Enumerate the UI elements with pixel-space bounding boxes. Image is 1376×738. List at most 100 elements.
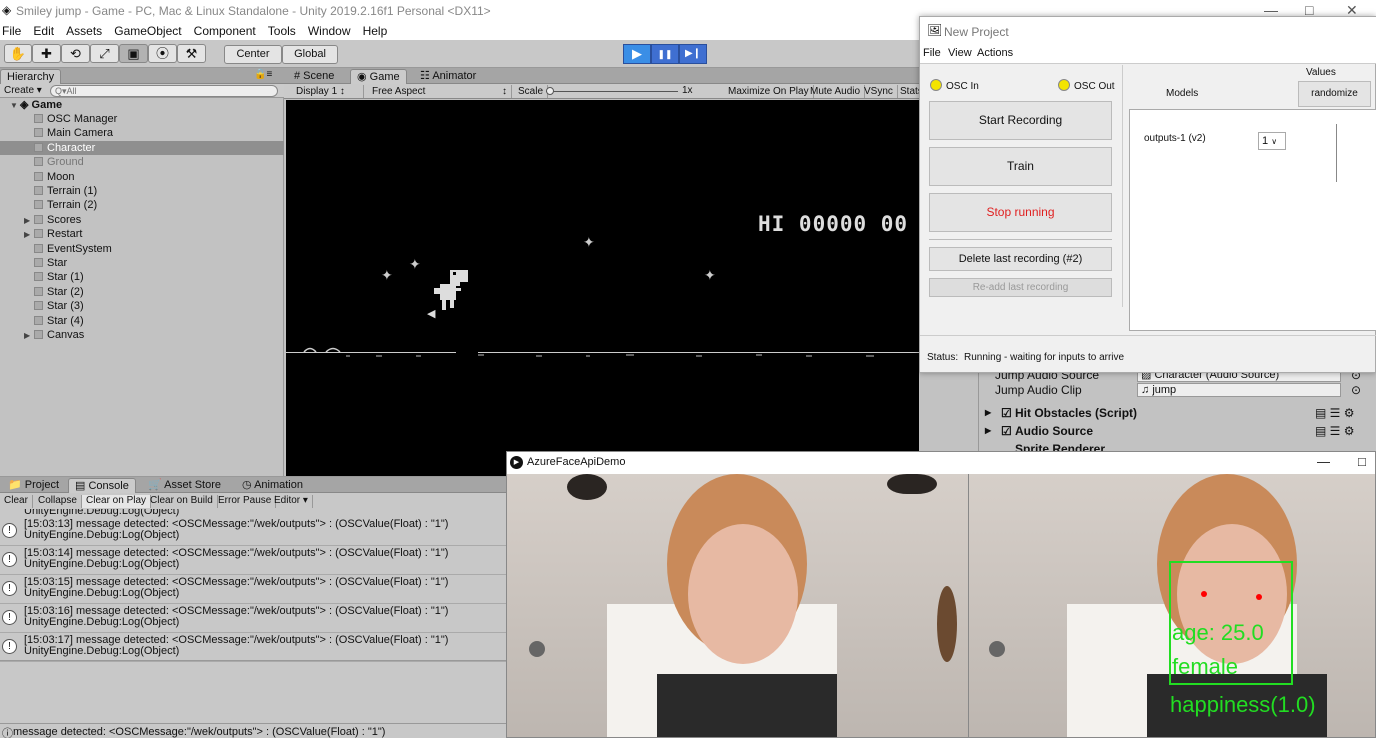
wek-menu-file[interactable]: File <box>923 47 941 59</box>
expand-arrow-icon[interactable]: ▶ <box>24 214 34 228</box>
wek-menu-actions[interactable]: Actions <box>977 47 1013 59</box>
pivot-global-button[interactable]: Global <box>282 45 338 64</box>
mute-audio-toggle[interactable]: Mute Audio <box>806 85 866 98</box>
readd-last-recording-button[interactable]: Re-add last recording <box>929 278 1112 297</box>
checkbox-icon[interactable]: ☑ <box>1001 404 1012 422</box>
menu-assets[interactable]: Assets <box>66 24 102 38</box>
hierarchy-item[interactable]: Main Camera <box>0 126 284 140</box>
model-value-dropdown[interactable]: 1 ∨ <box>1258 132 1286 150</box>
vsync-toggle[interactable]: VSync <box>860 85 898 98</box>
hand-tool-icon[interactable]: ✋ <box>4 44 32 63</box>
play-button[interactable]: ▶ <box>623 44 651 64</box>
randomize-button[interactable]: randomize <box>1298 81 1371 107</box>
hierarchy-item[interactable]: Star (2) <box>0 285 284 299</box>
custom-tool-icon[interactable]: ⚒ <box>177 44 206 63</box>
component-menu-icon[interactable]: ▤ ☰ ⚙ <box>1315 422 1355 440</box>
create-dropdown[interactable]: Create ▾ <box>4 85 42 96</box>
console-log-entry[interactable]: ! [15:03:17] message detected: <OSCMessag… <box>0 633 508 662</box>
rotate-tool-icon[interactable]: ⟲ <box>61 44 90 63</box>
tab-scene[interactable]: # Scene <box>288 69 340 84</box>
jump-audio-clip-field[interactable]: ♫ jump <box>1137 383 1341 397</box>
hierarchy-search-input[interactable] <box>50 85 278 97</box>
component-menu-icon[interactable]: ▤ ☰ ⚙ <box>1315 404 1355 422</box>
scale-slider-handle[interactable] <box>546 87 554 95</box>
hierarchy-item[interactable]: EventSystem <box>0 242 284 256</box>
hierarchy-item[interactable]: ▶ Restart <box>0 227 284 241</box>
clear-on-build-toggle[interactable]: Clear on Build <box>146 495 218 508</box>
rect-tool-icon[interactable]: ▣ <box>119 44 148 63</box>
hit-obstacles-component[interactable]: ▶ ☑ Hit Obstacles (Script) ▤ ☰ ⚙ <box>979 404 1376 422</box>
hierarchy-item[interactable]: Ground <box>0 155 284 169</box>
tab-asset-store[interactable]: 🛒 Asset Store <box>142 478 227 493</box>
menu-window[interactable]: Window <box>308 24 351 38</box>
scene-root[interactable]: ▼ ◈ Game <box>0 98 284 112</box>
wek-menu-view[interactable]: View <box>948 47 972 59</box>
move-tool-icon[interactable]: ✚ <box>32 44 61 63</box>
menu-file[interactable]: File <box>2 24 21 38</box>
object-picker-icon[interactable]: ⊙ <box>1351 381 1361 399</box>
aspect-dropdown[interactable]: Free Aspect ↕ <box>368 85 512 98</box>
scale-tool-icon[interactable]: ⤢ <box>90 44 119 63</box>
scale-slider[interactable] <box>546 87 678 95</box>
model-value: 1 <box>1262 135 1269 147</box>
tab-animation[interactable]: ◷ Animation <box>236 478 309 493</box>
hierarchy-item[interactable]: Character <box>0 140 284 155</box>
game-canvas[interactable]: HI 00000 00 ✦ ✦ ✦ ✦ ◀ <box>286 100 919 476</box>
face-maximize-button[interactable]: □ <box>1358 454 1366 469</box>
tab-hierarchy[interactable]: Hierarchy <box>0 69 62 84</box>
hierarchy-item[interactable]: Star (4) <box>0 314 284 328</box>
expand-arrow-icon[interactable]: ▶ <box>985 404 991 422</box>
expand-arrow-icon[interactable]: ▶ <box>985 422 991 440</box>
display-label: Display 1 <box>296 86 338 97</box>
collapse-button[interactable]: Collapse <box>34 495 82 508</box>
clear-on-play-toggle[interactable]: Clear on Play <box>82 495 152 508</box>
tab-console[interactable]: ▤ Console <box>68 478 136 493</box>
clear-button[interactable]: Clear <box>0 495 33 508</box>
menu-help[interactable]: Help <box>363 24 388 38</box>
hierarchy-item[interactable]: Star <box>0 256 284 270</box>
step-button[interactable]: ▶❙ <box>679 44 707 64</box>
console-log-entry[interactable]: ! [15:03:14] message detected: <OSCMessag… <box>0 546 508 575</box>
hierarchy-item[interactable]: Star (3) <box>0 299 284 313</box>
hierarchy-item[interactable]: Moon <box>0 170 284 184</box>
wek-status-text: Running - waiting for inputs to arrive <box>964 352 1125 363</box>
transform-tool-icon[interactable]: ⦿ <box>148 44 177 63</box>
eye-landmark-left <box>1201 591 1207 597</box>
error-pause-toggle[interactable]: Error Pause <box>214 495 277 508</box>
menu-component[interactable]: Component <box>194 24 256 38</box>
stop-running-button[interactable]: Stop running <box>929 193 1112 232</box>
hierarchy-item[interactable]: Terrain (2) <box>0 198 284 212</box>
editor-dropdown[interactable]: Editor ▾ <box>270 495 313 508</box>
delete-last-recording-button[interactable]: Delete last recording (#2) <box>929 247 1112 271</box>
expand-arrow-icon[interactable]: ▶ <box>24 329 34 343</box>
hierarchy-item[interactable]: Terrain (1) <box>0 184 284 198</box>
face-minimize-button[interactable]: — <box>1317 454 1330 469</box>
hierarchy-item[interactable]: ▶ Scores <box>0 213 284 227</box>
hierarchy-item[interactable]: ▶ Canvas <box>0 328 284 342</box>
pause-button[interactable]: ❚❚ <box>651 44 679 64</box>
menu-gameobject[interactable]: GameObject <box>114 24 181 38</box>
hierarchy-item[interactable]: OSC Manager <box>0 112 284 126</box>
tab-game[interactable]: ◉ Game <box>350 69 407 84</box>
audio-source-component[interactable]: ▶ ☑ Audio Source ▤ ☰ ⚙ <box>979 422 1376 440</box>
hierarchy-item-label: OSC Manager <box>47 113 118 125</box>
display-dropdown[interactable]: Display 1 ↕ <box>292 85 364 98</box>
expand-arrow-icon[interactable]: ▶ <box>24 228 34 242</box>
console-log-entry[interactable]: ! [15:03:13] message detected: <OSCMessag… <box>0 517 508 546</box>
console-log-entry[interactable]: ! [15:03:15] message detected: <OSCMessag… <box>0 575 508 604</box>
audio-clip-icon: ♫ <box>1141 384 1153 396</box>
tab-animator[interactable]: ☷ Animator <box>414 69 482 84</box>
expand-arrow-icon[interactable]: ▼ <box>10 99 20 113</box>
lock-icon[interactable]: 🔒≡ <box>254 69 272 80</box>
pivot-center-button[interactable]: Center <box>224 45 282 64</box>
maximize-on-play-toggle[interactable]: Maximize On Play <box>724 85 814 98</box>
train-button[interactable]: Train <box>929 147 1112 186</box>
console-log-entry[interactable]: ! [15:03:16] message detected: <OSCMessag… <box>0 604 508 633</box>
menu-tools[interactable]: Tools <box>268 24 296 38</box>
hierarchy-item[interactable]: Star (1) <box>0 270 284 284</box>
start-recording-button[interactable]: Start Recording <box>929 101 1112 140</box>
menu-edit[interactable]: Edit <box>33 24 54 38</box>
gender-label: female <box>1172 654 1239 679</box>
tab-project[interactable]: 📁 Project <box>2 478 65 493</box>
checkbox-icon[interactable]: ☑ <box>1001 422 1012 440</box>
